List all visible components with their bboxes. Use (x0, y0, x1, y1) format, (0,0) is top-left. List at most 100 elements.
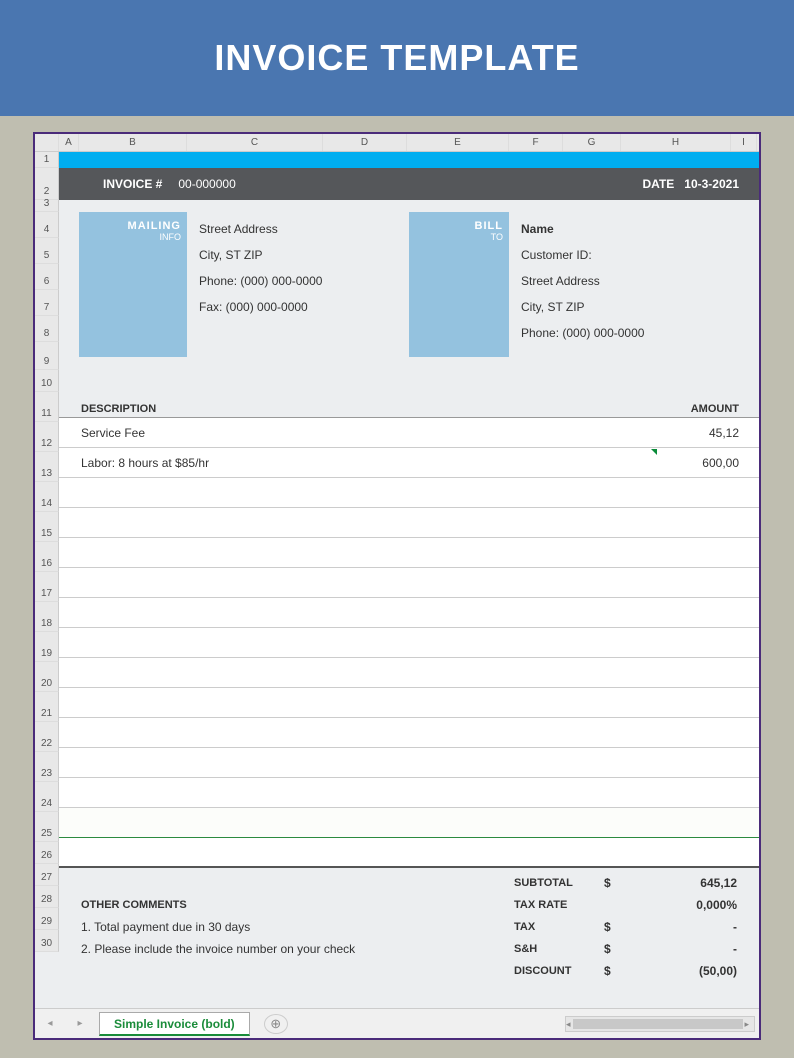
mailing-title-2: INFO (79, 232, 181, 242)
line-item-row[interactable] (59, 478, 759, 508)
row-header-8[interactable]: 8 (35, 316, 59, 342)
line-item-row[interactable] (59, 688, 759, 718)
comment-line: 2. Please include the invoice number on … (81, 942, 355, 956)
line-item-row[interactable] (59, 838, 759, 868)
totals-row: OTHER COMMENTSTAX RATE0,000% (59, 894, 759, 916)
row-header-5[interactable]: 5 (35, 238, 59, 264)
line-item-row[interactable] (59, 808, 759, 838)
col-header-A[interactable]: A (59, 134, 79, 151)
row-header-14[interactable]: 14 (35, 482, 59, 512)
sheet-tab-active[interactable]: Simple Invoice (bold) (99, 1012, 250, 1036)
col-header-B[interactable]: B (79, 134, 187, 151)
currency-symbol: $ (604, 876, 611, 890)
invoice-number-label: INVOICE # (103, 177, 162, 191)
col-header-I[interactable]: I (731, 134, 757, 151)
line-item-row[interactable] (59, 718, 759, 748)
row-header-17[interactable]: 17 (35, 572, 59, 602)
col-header-G[interactable]: G (563, 134, 621, 151)
row-header-26[interactable]: 26 (35, 842, 59, 864)
billto-line: Name (521, 216, 644, 242)
page-banner: INVOICE TEMPLATE (0, 0, 794, 116)
row-header-29[interactable]: 29 (35, 908, 59, 930)
line-item-amount: 45,12 (709, 426, 739, 440)
row-header-11[interactable]: 11 (35, 392, 59, 422)
row-header-2[interactable]: 2 (35, 168, 59, 200)
line-item-row[interactable] (59, 508, 759, 538)
row-header-9[interactable]: 9 (35, 342, 59, 370)
billto-title-1: BILL (409, 220, 503, 232)
bill-to-address[interactable]: Name Customer ID: Street Address City, S… (521, 216, 644, 346)
row-header-4[interactable]: 4 (35, 212, 59, 238)
tab-nav-arrows[interactable]: ◂ ▸ (35, 1018, 95, 1029)
total-value[interactable]: - (733, 942, 737, 956)
mailing-line: Phone: (000) 000-0000 (199, 268, 322, 294)
col-header-H[interactable]: H (621, 134, 731, 151)
row-header-15[interactable]: 15 (35, 512, 59, 542)
row-header-30[interactable]: 30 (35, 930, 59, 952)
select-all-corner[interactable] (35, 134, 59, 151)
mailing-line: City, ST ZIP (199, 242, 322, 268)
accent-stripe (59, 152, 759, 168)
row-header-1[interactable]: 1 (35, 152, 59, 168)
row-header-20[interactable]: 20 (35, 662, 59, 692)
bill-to-box: BILL TO (409, 212, 509, 357)
line-items: Service Fee45,12Labor: 8 hours at $85/hr… (59, 418, 759, 868)
total-value[interactable]: 645,12 (700, 876, 737, 890)
line-item-row[interactable] (59, 568, 759, 598)
row-header-3[interactable]: 3 (35, 200, 59, 212)
total-label: TAX RATE (514, 899, 567, 911)
prev-sheet-icon[interactable]: ◂ (47, 1018, 52, 1029)
total-value[interactable]: - (733, 920, 737, 934)
line-item-row[interactable] (59, 658, 759, 688)
row-header-28[interactable]: 28 (35, 886, 59, 908)
col-header-F[interactable]: F (509, 134, 563, 151)
horizontal-scrollbar[interactable]: ◂ ▸ (565, 1016, 755, 1032)
line-item-row[interactable] (59, 538, 759, 568)
col-header-E[interactable]: E (407, 134, 509, 151)
row-header-22[interactable]: 22 (35, 722, 59, 752)
row-header-21[interactable]: 21 (35, 692, 59, 722)
mailing-address[interactable]: Street Address City, ST ZIP Phone: (000)… (199, 216, 322, 320)
next-sheet-icon[interactable]: ▸ (77, 1018, 82, 1029)
line-item-row[interactable] (59, 628, 759, 658)
line-item-row[interactable]: Service Fee45,12 (59, 418, 759, 448)
col-header-D[interactable]: D (323, 134, 407, 151)
invoice-date-value[interactable]: 10-3-2021 (684, 177, 739, 191)
scrollbar-thumb[interactable] (573, 1019, 743, 1029)
row-header-19[interactable]: 19 (35, 632, 59, 662)
row-header-18[interactable]: 18 (35, 602, 59, 632)
mailing-info-box: MAILING INFO (79, 212, 187, 357)
line-item-row[interactable] (59, 598, 759, 628)
row-header-25[interactable]: 25 (35, 812, 59, 842)
sheet-content[interactable]: INVOICE # 00-000000 DATE 10-3-2021 MAILI… (59, 152, 759, 1012)
row-header-24[interactable]: 24 (35, 782, 59, 812)
scroll-right-icon[interactable]: ▸ (745, 1019, 750, 1030)
row-header-12[interactable]: 12 (35, 422, 59, 452)
line-item-row[interactable] (59, 778, 759, 808)
invoice-bar: INVOICE # 00-000000 DATE 10-3-2021 (59, 168, 759, 200)
scroll-left-icon[interactable]: ◂ (566, 1019, 571, 1030)
line-item-row[interactable] (59, 748, 759, 778)
row-header-27[interactable]: 27 (35, 864, 59, 886)
banner-title: INVOICE TEMPLATE (214, 37, 579, 79)
total-value[interactable]: 0,000% (696, 898, 737, 912)
description-header: DESCRIPTION (81, 403, 156, 415)
column-headers: A B C D E F G H I (35, 134, 759, 152)
currency-symbol: $ (604, 964, 611, 978)
totals-row: 1. Total payment due in 30 daysTAX$- (59, 916, 759, 938)
row-header-7[interactable]: 7 (35, 290, 59, 316)
col-header-C[interactable]: C (187, 134, 323, 151)
total-label: DISCOUNT (514, 965, 571, 977)
row-header-6[interactable]: 6 (35, 264, 59, 290)
mailing-line: Fax: (000) 000-0000 (199, 294, 322, 320)
row-headers: 1234567891011121314151617181920212223242… (35, 152, 59, 952)
row-header-16[interactable]: 16 (35, 542, 59, 572)
error-indicator-icon[interactable] (651, 449, 657, 455)
row-header-13[interactable]: 13 (35, 452, 59, 482)
total-value[interactable]: (50,00) (699, 964, 737, 978)
invoice-number-value[interactable]: 00-000000 (178, 177, 235, 191)
add-sheet-button[interactable]: ⊕ (264, 1014, 288, 1034)
row-header-10[interactable]: 10 (35, 370, 59, 392)
row-header-23[interactable]: 23 (35, 752, 59, 782)
info-section: MAILING INFO Street Address City, ST ZIP… (59, 212, 759, 377)
